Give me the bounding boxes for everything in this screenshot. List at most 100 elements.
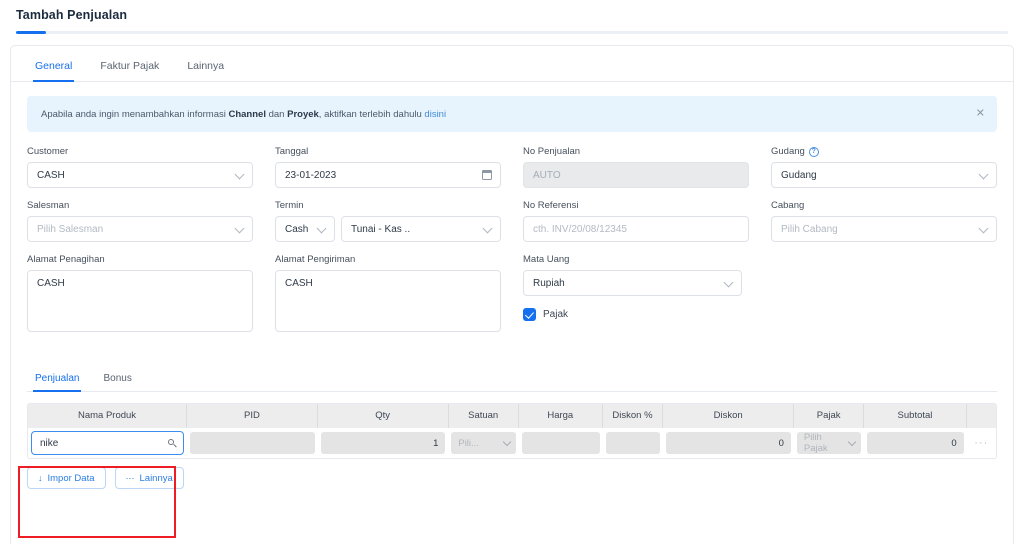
field-alamat-pengiriman: Alamat Pengiriman CASH: [275, 254, 501, 332]
customer-value: CASH: [37, 169, 65, 181]
impor-data-button[interactable]: ↓ Impor Data: [27, 467, 106, 489]
qty-input[interactable]: 1: [320, 432, 446, 454]
form-col-9: Alamat Penagihan CASH: [27, 254, 253, 344]
col-header-pid: PID: [187, 404, 318, 428]
nama-produk-search-input[interactable]: nike Tidak ada data ditemukan: [31, 431, 184, 455]
subtotal-input: 0: [867, 432, 964, 454]
chevron-down-icon: [234, 223, 245, 234]
progress-bar-fill: [16, 31, 46, 34]
termin-account-value: Tunai - Kas ..: [351, 223, 411, 235]
chevron-down-icon: [723, 277, 734, 288]
no-referensi-input[interactable]: cth. INV/20/08/12345: [523, 216, 749, 242]
label-customer: Customer: [27, 146, 69, 157]
banner-text-after: , aktifkan terlebih dahulu: [318, 108, 425, 120]
no-referensi-placeholder: cth. INV/20/08/12345: [533, 223, 627, 235]
page-title: Tambah Penjualan: [16, 8, 128, 22]
cell-pajak: Pilih Pajak: [794, 432, 864, 454]
pajak-select[interactable]: Pilih Pajak: [796, 432, 862, 454]
salesman-select[interactable]: Pilih Salesman: [27, 216, 253, 242]
satuan-select[interactable]: Pili...: [451, 432, 516, 454]
pajak-checkbox[interactable]: [523, 308, 536, 321]
pid-input[interactable]: [189, 432, 315, 454]
label-salesman: Salesman: [27, 200, 70, 211]
pajak-checkbox-row[interactable]: Pajak: [523, 308, 749, 321]
tab-general[interactable]: General: [25, 60, 90, 82]
label-mata-uang: Mata Uang: [523, 254, 570, 265]
cell-diskon-persen: [603, 432, 664, 454]
field-mata-uang: Mata Uang Rupiah: [523, 254, 749, 296]
info-banner-text: Apabila anda ingin menambahkan informasi…: [41, 109, 446, 120]
form-col-3: No Penjualan AUTO: [523, 146, 749, 200]
banner-link-disini[interactable]: disini: [424, 109, 446, 120]
banner-text-before: Apabila anda ingin menambahkan informasi: [41, 108, 229, 120]
tanggal-value: 23-01-2023: [285, 169, 337, 181]
impor-data-label: Impor Data: [47, 472, 95, 484]
banner-bold-channel: Channel: [228, 108, 266, 120]
col-header-diskon: Diskon: [663, 404, 794, 428]
calendar-icon[interactable]: [481, 169, 493, 180]
diskon-input[interactable]: 0: [666, 432, 791, 454]
help-circle-icon[interactable]: ?: [808, 146, 819, 157]
col-header-qty: Qty: [318, 404, 449, 428]
field-no-penjualan: No Penjualan AUTO: [523, 146, 749, 188]
no-penjualan-input: AUTO: [523, 162, 749, 188]
row-more-icon[interactable]: ···: [970, 437, 993, 449]
cell-harga: [519, 432, 603, 454]
gudang-value: Gudang: [781, 169, 817, 181]
pajak-placeholder: Pilih Pajak: [803, 432, 828, 454]
form-col-1: Customer CASH: [27, 146, 253, 200]
cell-actions: ···: [967, 437, 996, 449]
form-row-3: Alamat Penagihan CASH Alamat Pengiriman …: [27, 254, 997, 344]
chevron-down-icon: [978, 169, 989, 180]
field-alamat-penagihan: Alamat Penagihan CASH: [27, 254, 253, 332]
label-no-referensi: No Referensi: [523, 200, 579, 211]
form-col-8: Cabang Pilih Cabang: [771, 200, 997, 254]
cabang-select[interactable]: Pilih Cabang: [771, 216, 997, 242]
col-header-pajak: Pajak: [794, 404, 865, 428]
sub-tab-bar: Penjualan Bonus: [27, 362, 997, 392]
form-col-10: Alamat Pengiriman CASH: [275, 254, 501, 344]
main-card: General Faktur Pajak Lainnya Apabila and…: [10, 45, 1014, 544]
field-tanggal: Tanggal 23-01-2023: [275, 146, 501, 188]
tab-lainnya[interactable]: Lainnya: [177, 60, 242, 81]
label-tanggal: Tanggal: [275, 146, 309, 157]
form-col-7: No Referensi cth. INV/20/08/12345: [523, 200, 749, 254]
dots-icon: ⋯: [125, 472, 135, 483]
col-header-nama-produk: Nama Produk: [28, 404, 188, 428]
alamat-penagihan-textarea[interactable]: CASH: [27, 270, 253, 332]
cell-nama-produk: nike Tidak ada data ditemukan: [28, 431, 187, 455]
chevron-down-icon: [978, 223, 989, 234]
termin-type-value: Cash: [285, 223, 309, 235]
form-row-2: Salesman Pilih Salesman Termin Cash Tuna…: [27, 200, 997, 254]
label-no-penjualan: No Penjualan: [523, 146, 581, 157]
mata-uang-select[interactable]: Rupiah: [523, 270, 742, 296]
field-cabang: Cabang Pilih Cabang: [771, 200, 997, 242]
alamat-pengiriman-textarea[interactable]: CASH: [275, 270, 501, 332]
field-gudang: Gudang ? Gudang: [771, 146, 997, 188]
customer-select[interactable]: CASH: [27, 162, 253, 188]
close-icon[interactable]: ✕: [976, 108, 985, 120]
form-col-11: Mata Uang Rupiah Pajak: [523, 254, 749, 344]
label-alamat-pengiriman: Alamat Pengiriman: [275, 254, 356, 265]
lainnya-button[interactable]: ⋯ Lainnya: [114, 467, 184, 489]
termin-type-select[interactable]: Cash: [275, 216, 335, 242]
diskon-persen-input[interactable]: [605, 432, 661, 454]
label-gudang: Gudang ?: [771, 146, 997, 157]
harga-input[interactable]: [521, 432, 600, 454]
table-footer-buttons: ↓ Impor Data ⋯ Lainnya: [27, 467, 997, 489]
mata-uang-value: Rupiah: [533, 277, 565, 289]
sub-tab-penjualan[interactable]: Penjualan: [27, 373, 95, 392]
field-termin: Termin Cash Tunai - Kas ..: [275, 200, 501, 242]
page-header: Tambah Penjualan: [0, 0, 1024, 34]
gudang-select[interactable]: Gudang: [771, 162, 997, 188]
chevron-down-icon: [234, 169, 245, 180]
tab-faktur-pajak[interactable]: Faktur Pajak: [90, 60, 177, 81]
tanggal-input[interactable]: 23-01-2023: [275, 162, 501, 188]
termin-account-select[interactable]: Tunai - Kas ..: [341, 216, 501, 242]
form-col-4: Gudang ? Gudang: [771, 146, 997, 200]
nama-produk-search-value: nike: [40, 437, 59, 449]
app-root: Tambah Penjualan General Faktur Pajak La…: [0, 0, 1024, 544]
banner-bold-proyek: Proyek: [287, 108, 319, 120]
form-general: Customer CASH Tanggal 23-01-2023 No Penj…: [11, 132, 1013, 344]
sub-tab-bonus[interactable]: Bonus: [95, 373, 147, 391]
